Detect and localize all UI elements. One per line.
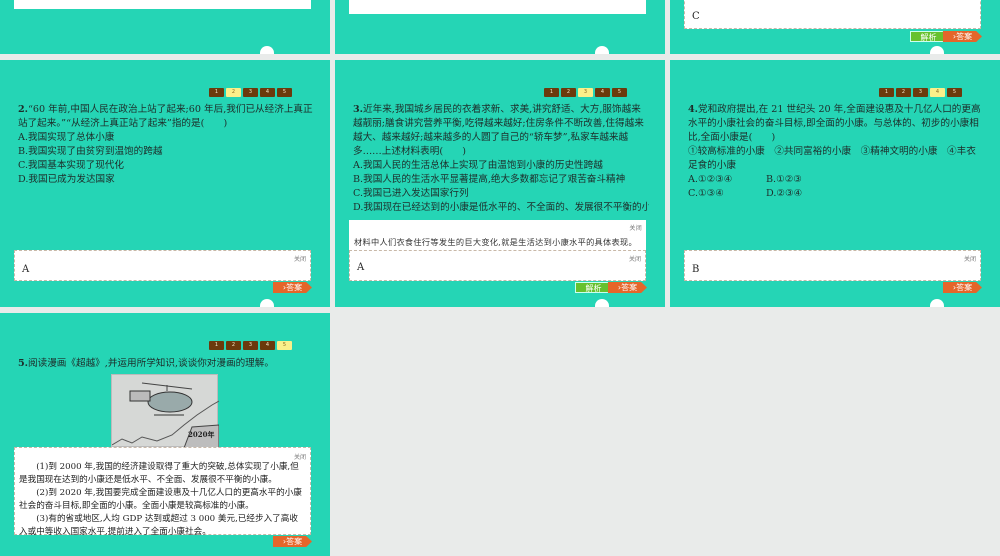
answer-box bbox=[14, 0, 311, 9]
option-b: B.我国人民的生活水平显著提高,绝大多数都忘记了艰苦奋斗精神 bbox=[353, 174, 626, 185]
question-nav: 1 2 3 4 5 bbox=[209, 341, 292, 350]
slide-thumbnail[interactable]: 关闭 C 解析 ›答案 bbox=[670, 0, 1000, 54]
question-number: 4. bbox=[688, 104, 699, 115]
answer-box: 关闭 (1)到 2000 年,我国的经济建设取得了重大的突破,总体实现了小康,但… bbox=[14, 447, 311, 537]
slide-q5[interactable]: 1 2 3 4 5 5.阅读漫画《超越》,并运用所学知识,谈谈你对漫画的理解。 … bbox=[0, 313, 330, 556]
nav-button-4[interactable]: 4 bbox=[260, 341, 275, 350]
answer-box: 关闭 B bbox=[684, 250, 981, 281]
answer-button[interactable]: ›答案 bbox=[273, 536, 312, 547]
nav-button-5[interactable]: 5 bbox=[612, 88, 627, 97]
slide-marker bbox=[595, 46, 609, 54]
option-d: D.我国现在已经达到的小康是低水平的、不全面的、发展很不平衡的小康 bbox=[353, 202, 649, 213]
option-a: A.我国人民的生活总体上实现了由温饱到小康的历史性跨越 bbox=[353, 160, 603, 171]
slide-marker bbox=[930, 46, 944, 54]
nav-button-3[interactable]: 3 bbox=[578, 88, 593, 97]
answer-text: A bbox=[357, 262, 365, 273]
option-c: C.我国已进入发达国家行列 bbox=[353, 188, 469, 199]
nav-button-4[interactable]: 4 bbox=[930, 88, 945, 97]
analysis-text: 材料中人们衣食住行等发生的巨大变化,就是生活达到小康水平的具体表现。 bbox=[354, 237, 637, 247]
question-nav: 1 2 3 4 5 bbox=[879, 88, 962, 97]
slide-thumbnail[interactable] bbox=[335, 0, 665, 54]
option-d: D.②③④ bbox=[766, 188, 803, 199]
nav-button-5[interactable]: 5 bbox=[277, 341, 292, 350]
comic-image: 2020年 bbox=[111, 374, 220, 449]
answer-box: 关闭 A bbox=[14, 250, 311, 281]
nav-button-1[interactable]: 1 bbox=[209, 88, 224, 97]
option-a: A.我国实现了总体小康 bbox=[18, 132, 115, 143]
question-stem: 党和政府提出,在 21 世纪头 20 年,全面建设惠及十几亿人口的更高水平的小康… bbox=[688, 104, 981, 143]
nav-button-5[interactable]: 5 bbox=[947, 88, 962, 97]
analysis-button[interactable]: 解析 bbox=[910, 31, 947, 42]
statement-items: ①较高标准的小康 ②共同富裕的小康 ③精神文明的小康 ④丰衣足食的小康 bbox=[688, 146, 976, 171]
question-stem: “60 年前,中国人民在政治上站了起来;60 年后,我们已从经济上真正站了起来。… bbox=[18, 104, 313, 129]
comic-label: 2020年 bbox=[188, 430, 215, 439]
answer-button[interactable]: ›答案 bbox=[273, 282, 312, 293]
slide-marker bbox=[930, 299, 944, 307]
nav-button-4[interactable]: 4 bbox=[595, 88, 610, 97]
question: 3.近年来,我国城乡居民的衣着求新、求美,讲究舒适、大方,服饰越来越靓丽;膳食讲… bbox=[353, 103, 649, 215]
question-number: 3. bbox=[353, 104, 364, 115]
slide-marker bbox=[260, 46, 274, 54]
answer-button[interactable]: ›答案 bbox=[943, 282, 982, 293]
close-button[interactable]: 关闭 bbox=[294, 254, 306, 263]
question-stem: 阅读漫画《超越》,并运用所学知识,谈谈你对漫画的理解。 bbox=[28, 358, 274, 369]
close-button[interactable]: 关闭 bbox=[294, 451, 306, 464]
analysis-box: 关闭 材料中人们衣食住行等发生的巨大变化,就是生活达到小康水平的具体表现。 bbox=[349, 220, 646, 251]
answer-box: 关闭 A bbox=[349, 250, 646, 281]
slide-q4[interactable]: 1 2 3 4 5 4.党和政府提出,在 21 世纪头 20 年,全面建设惠及十… bbox=[670, 60, 1000, 307]
answer-text: A bbox=[22, 264, 30, 275]
answer-box: 关闭 C bbox=[684, 0, 981, 29]
question-number: 2. bbox=[18, 104, 29, 115]
slide-q3[interactable]: 1 2 3 4 5 3.近年来,我国城乡居民的衣着求新、求美,讲究舒适、大方,服… bbox=[335, 60, 665, 307]
nav-button-1[interactable]: 1 bbox=[544, 88, 559, 97]
question-nav: 1 2 3 4 5 bbox=[209, 88, 292, 97]
nav-button-2[interactable]: 2 bbox=[226, 88, 241, 97]
nav-button-5[interactable]: 5 bbox=[277, 88, 292, 97]
answer-paragraph-2: (2)到 2020 年,我国要完成全面建设惠及十几亿人口的更高水平的小康社会的奋… bbox=[19, 488, 302, 511]
slide-q2[interactable]: 1 2 3 4 5 2.“60 年前,中国人民在政治上站了起来;60 年后,我们… bbox=[0, 60, 330, 307]
nav-button-2[interactable]: 2 bbox=[896, 88, 911, 97]
question: 4.党和政府提出,在 21 世纪头 20 年,全面建设惠及十几亿人口的更高水平的… bbox=[688, 103, 984, 201]
option-d: D.我国已成为发达国家 bbox=[18, 174, 115, 185]
answer-button[interactable]: ›答案 bbox=[943, 31, 982, 42]
nav-button-2[interactable]: 2 bbox=[561, 88, 576, 97]
answer-paragraph-3: (3)有的省或地区,人均 GDP 达到或超过 3 000 美元,已经步入了高收入… bbox=[19, 514, 298, 537]
slide-thumbnail[interactable] bbox=[0, 0, 330, 54]
slide-marker bbox=[260, 299, 274, 307]
question-stem: 近年来,我国城乡居民的衣着求新、求美,讲究舒适、大方,服饰越来越靓丽;膳食讲究营… bbox=[353, 104, 644, 157]
nav-button-3[interactable]: 3 bbox=[913, 88, 928, 97]
nav-button-1[interactable]: 1 bbox=[209, 341, 224, 350]
nav-button-2[interactable]: 2 bbox=[226, 341, 241, 350]
answer-text: C bbox=[692, 11, 700, 22]
nav-button-4[interactable]: 4 bbox=[260, 88, 275, 97]
analysis-button[interactable]: 解析 bbox=[575, 282, 612, 293]
question-nav: 1 2 3 4 5 bbox=[544, 88, 627, 97]
slide-marker bbox=[595, 299, 609, 307]
nav-button-3[interactable]: 3 bbox=[243, 341, 258, 350]
question: 2.“60 年前,中国人民在政治上站了起来;60 年后,我们已从经济上真正站了起… bbox=[18, 103, 314, 187]
option-b: B.我国实现了由贫穷到温饱的跨越 bbox=[18, 146, 163, 157]
nav-button-1[interactable]: 1 bbox=[879, 88, 894, 97]
nav-button-3[interactable]: 3 bbox=[243, 88, 258, 97]
option-a: A.①②③④ bbox=[688, 174, 733, 185]
answer-button[interactable]: ›答案 bbox=[608, 282, 647, 293]
question: 5.阅读漫画《超越》,并运用所学知识,谈谈你对漫画的理解。 bbox=[18, 357, 314, 371]
close-button[interactable]: 关闭 bbox=[629, 223, 642, 232]
answer-paragraph-1: (1)到 2000 年,我国的经济建设取得了重大的突破,总体实现了小康,但是我国… bbox=[19, 462, 299, 485]
option-c: C.我国基本实现了现代化 bbox=[18, 160, 124, 171]
option-c: C.①③④ bbox=[688, 188, 724, 199]
close-button[interactable]: 关闭 bbox=[629, 254, 641, 263]
answer-box bbox=[349, 0, 646, 14]
question-number: 5. bbox=[18, 358, 29, 369]
answer-text: B bbox=[692, 264, 700, 275]
option-b: B.①②③ bbox=[766, 174, 802, 185]
close-button[interactable]: 关闭 bbox=[964, 254, 976, 263]
